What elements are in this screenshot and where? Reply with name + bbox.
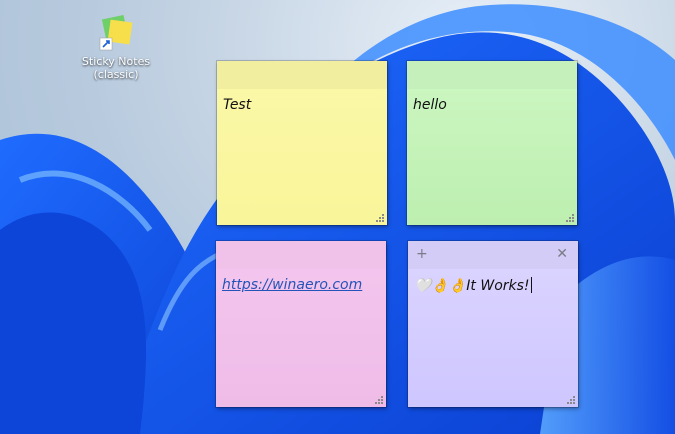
note-text[interactable]: 🤍👌👌It Works! [414,277,572,294]
sticky-note-pink[interactable]: https://winaero.com [216,241,386,407]
note-text[interactable]: hello [413,97,571,113]
sticky-note-yellow[interactable]: Test [217,61,387,225]
close-note-icon[interactable]: ✕ [556,246,568,262]
resize-grip-icon[interactable] [565,213,574,222]
resize-grip-icon[interactable] [374,395,383,404]
note-title-bar[interactable] [216,241,386,269]
sticky-note-green[interactable]: hello [407,61,577,225]
note-emoji: 🤍👌👌 [414,278,467,294]
note-body: It Works! [466,278,530,294]
icon-label-line1: Sticky Notes [81,55,151,68]
resize-grip-icon[interactable] [375,213,384,222]
sticky-notes-desktop-shortcut[interactable]: Sticky Notes (classic) [80,14,152,81]
note-text[interactable]: Test [223,97,381,113]
note-link[interactable]: https://winaero.com [222,277,362,293]
icon-label-line2: (classic) [93,68,139,81]
note-title-bar[interactable] [407,61,577,89]
note-text[interactable]: https://winaero.com [222,277,380,293]
sticky-notes-icon [98,14,134,52]
text-caret [530,277,532,293]
note-title-bar[interactable]: + ✕ [408,241,578,269]
note-title-bar[interactable] [217,61,387,89]
add-note-icon[interactable]: + [416,246,428,262]
resize-grip-icon[interactable] [566,395,575,404]
sticky-note-purple[interactable]: + ✕ 🤍👌👌It Works! [408,241,578,407]
